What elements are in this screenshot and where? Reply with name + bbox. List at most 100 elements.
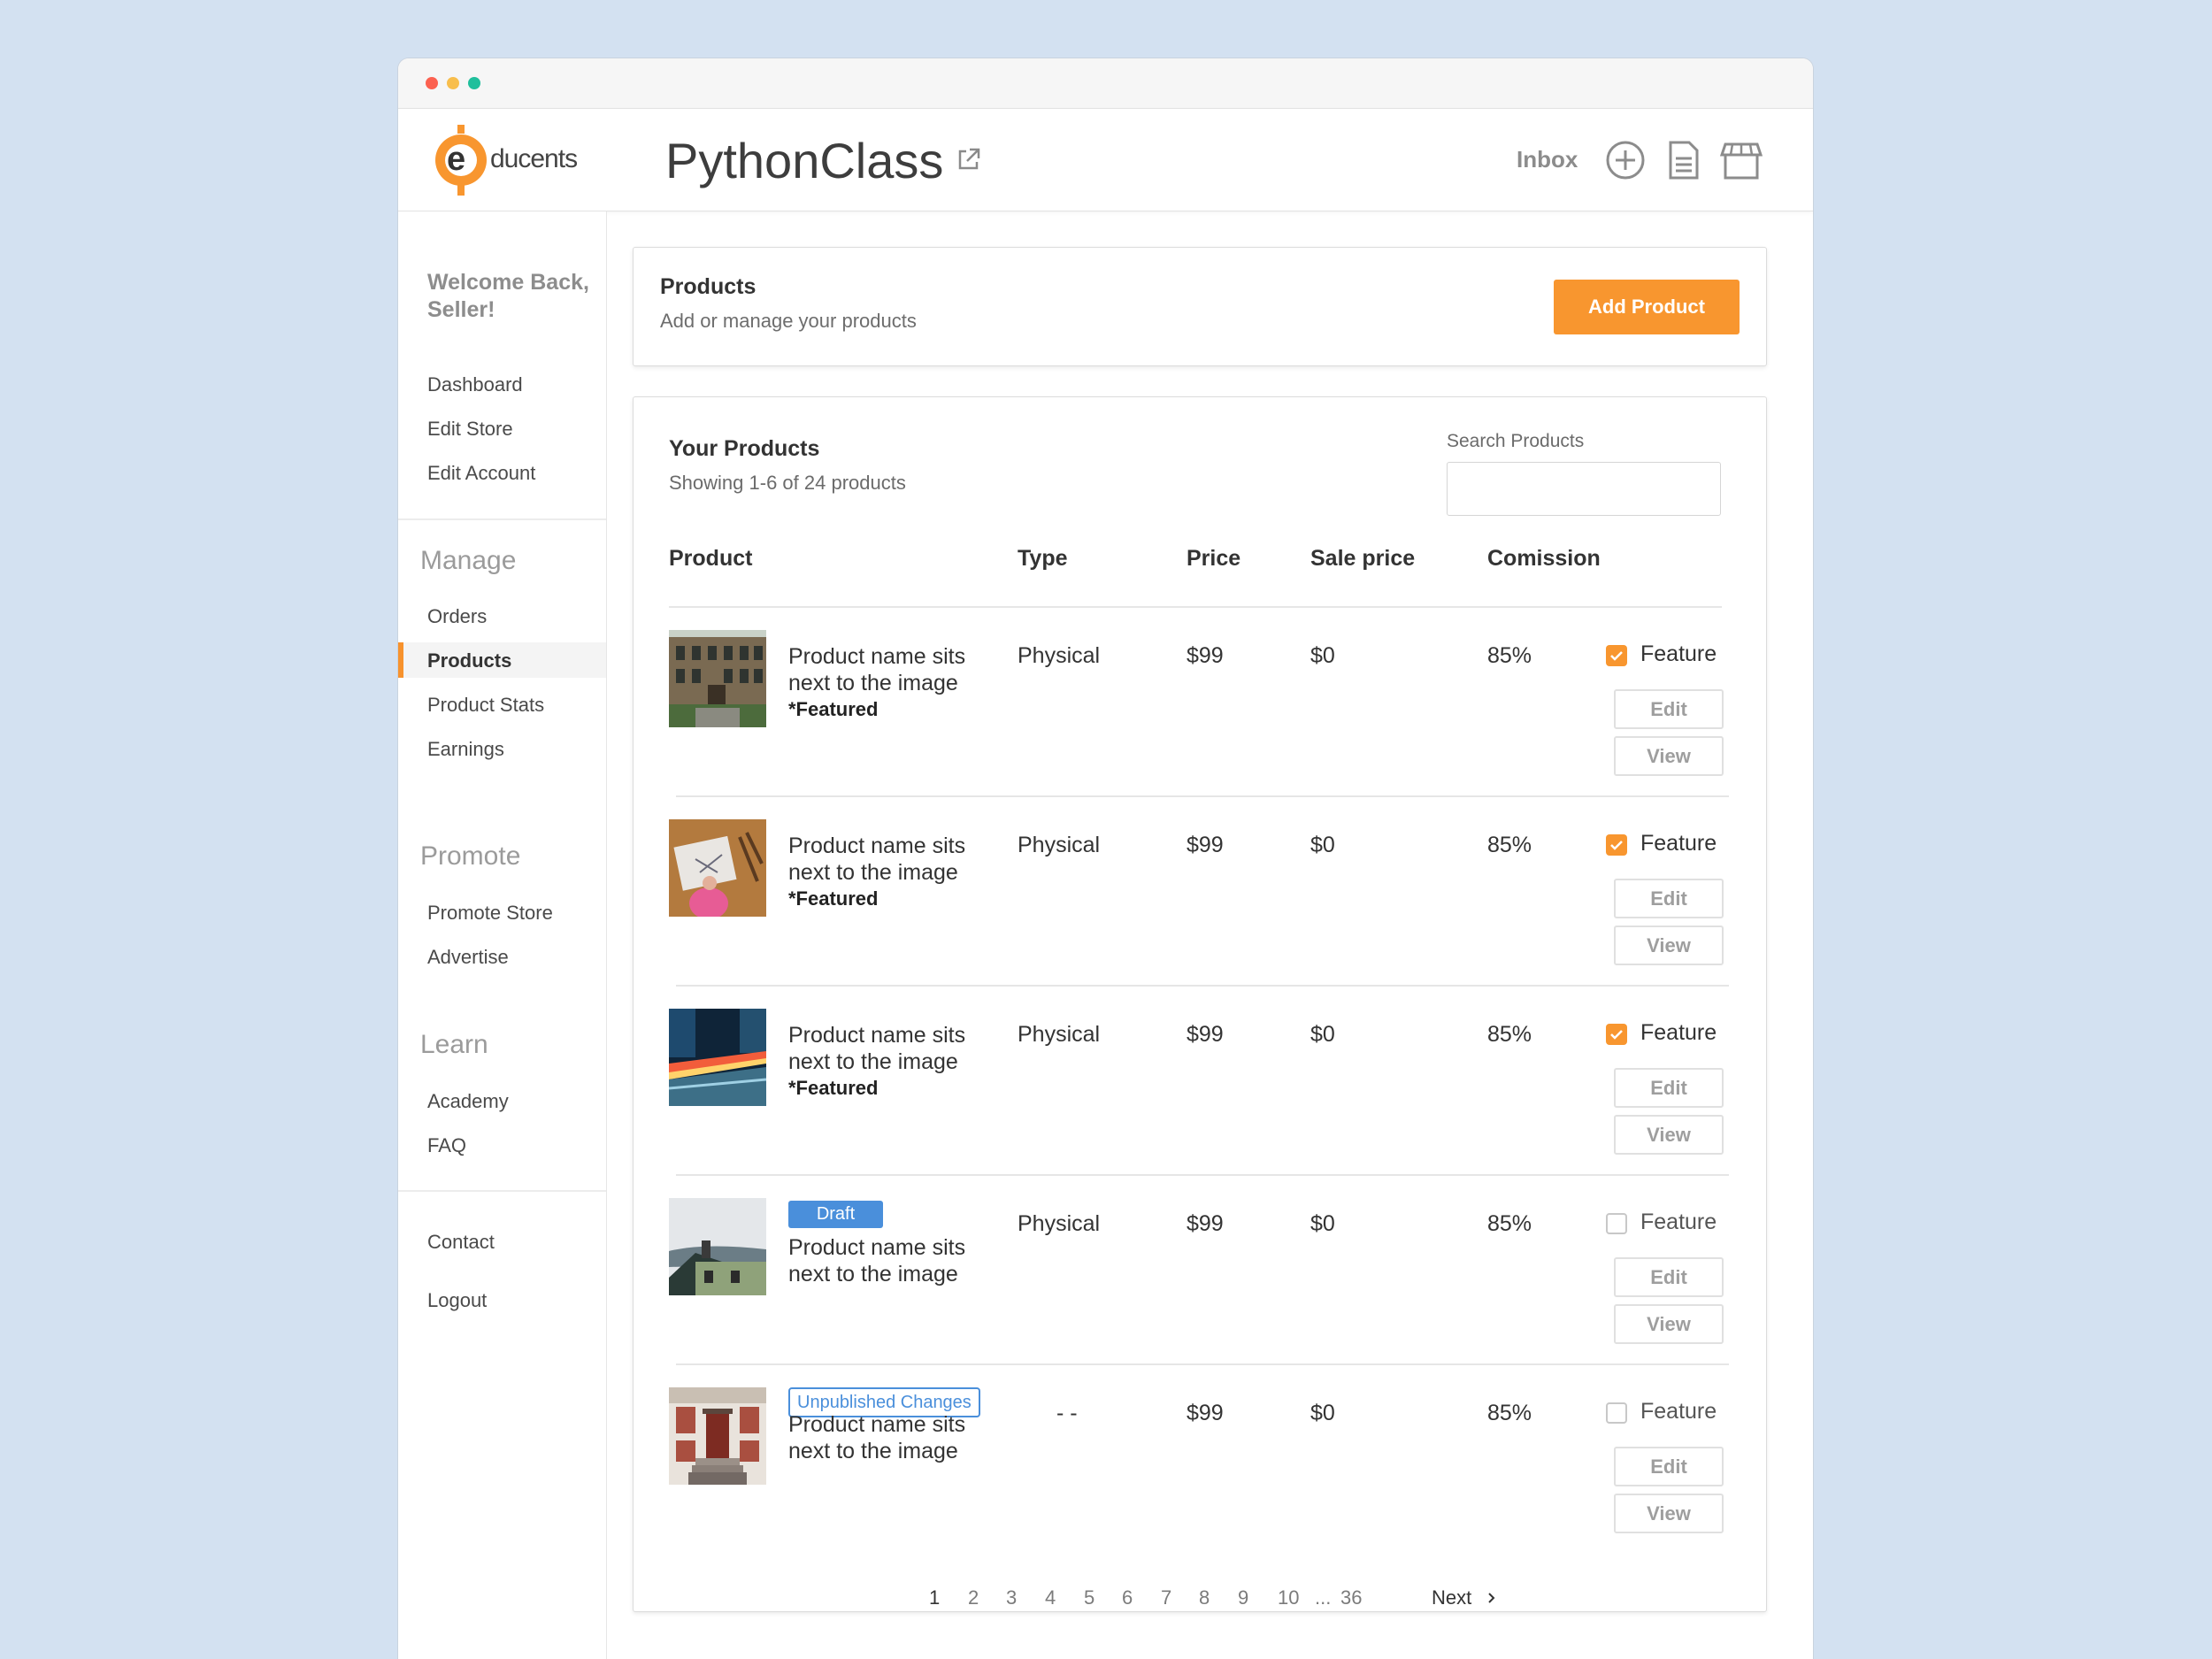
feature-label: Feature bbox=[1640, 831, 1717, 856]
product-sale-price: $0 bbox=[1310, 1211, 1335, 1236]
column-header-sale-price: Sale price bbox=[1310, 546, 1416, 571]
logo-letter: e bbox=[447, 141, 466, 178]
product-commission: 85% bbox=[1487, 643, 1532, 668]
product-commission: 85% bbox=[1487, 1401, 1532, 1425]
page-link-8[interactable]: 8 bbox=[1199, 1586, 1210, 1609]
product-name[interactable]: Product name sits next to the image bbox=[788, 1234, 992, 1287]
product-price: $99 bbox=[1187, 833, 1224, 857]
product-name-line: Product name sits bbox=[788, 1412, 966, 1437]
product-commission: 85% bbox=[1487, 1022, 1532, 1047]
next-page-button[interactable]: Next bbox=[1432, 1586, 1498, 1609]
products-header-card: Products Add or manage your products Add… bbox=[633, 247, 1767, 366]
feature-checkbox[interactable] bbox=[1606, 645, 1627, 666]
table-row: Unpublished Changes Product name sits ne… bbox=[634, 1365, 1766, 1555]
product-name[interactable]: Product name sits next to the image *Fea… bbox=[788, 643, 992, 723]
promote-heading: Promote bbox=[420, 841, 521, 871]
manage-heading: Manage bbox=[420, 546, 517, 575]
edit-button[interactable]: Edit bbox=[1614, 879, 1724, 918]
product-name[interactable]: Product name sits next to the image *Fea… bbox=[788, 1022, 992, 1102]
page-link-6[interactable]: 6 bbox=[1122, 1586, 1133, 1609]
add-product-button[interactable]: Add Product bbox=[1554, 280, 1740, 334]
close-window-dot[interactable] bbox=[426, 77, 438, 89]
edit-button[interactable]: Edit bbox=[1614, 1257, 1724, 1297]
product-sale-price: $0 bbox=[1310, 1022, 1335, 1047]
edit-button[interactable]: Edit bbox=[1614, 1447, 1724, 1486]
sidebar-item-advertise[interactable]: Advertise bbox=[427, 946, 509, 969]
view-button[interactable]: View bbox=[1614, 1304, 1724, 1344]
page-link-9[interactable]: 9 bbox=[1238, 1586, 1248, 1609]
table-row: Product name sits next to the image *Fea… bbox=[634, 987, 1766, 1176]
product-type: Physical bbox=[1018, 1022, 1101, 1047]
inbox-link[interactable]: Inbox bbox=[1517, 146, 1578, 173]
product-commission: 85% bbox=[1487, 1211, 1532, 1236]
column-header-product: Product bbox=[669, 546, 753, 571]
product-price: $99 bbox=[1187, 1022, 1224, 1047]
table-row: Product name sits next to the image *Fea… bbox=[634, 608, 1766, 797]
next-page-label: Next bbox=[1432, 1586, 1472, 1609]
view-button[interactable]: View bbox=[1614, 736, 1724, 776]
house-image[interactable] bbox=[669, 1198, 766, 1295]
document-icon[interactable] bbox=[1662, 139, 1704, 181]
sidebar-item-contact[interactable]: Contact bbox=[427, 1231, 495, 1254]
minimize-window-dot[interactable] bbox=[447, 77, 459, 89]
product-name-line: next to the image bbox=[788, 1439, 958, 1463]
building-image[interactable] bbox=[669, 630, 766, 727]
checkmark-icon bbox=[1610, 651, 1623, 661]
add-circle-icon[interactable] bbox=[1604, 139, 1647, 181]
product-type: Physical bbox=[1018, 833, 1101, 857]
status-badge-draft: Draft bbox=[788, 1201, 883, 1228]
educents-logo[interactable]: e ducents bbox=[435, 125, 578, 196]
sidebar-item-faq[interactable]: FAQ bbox=[427, 1134, 466, 1157]
maximize-window-dot[interactable] bbox=[468, 77, 480, 89]
column-header-commission: Comission bbox=[1487, 546, 1601, 571]
city-lights-image[interactable] bbox=[669, 1009, 766, 1106]
product-name[interactable]: Product name sits next to the image bbox=[788, 1411, 992, 1464]
page-link-2[interactable]: 2 bbox=[968, 1586, 979, 1609]
product-sale-price: $0 bbox=[1310, 833, 1335, 857]
view-button[interactable]: View bbox=[1614, 1115, 1724, 1155]
sidebar-item-promote-store[interactable]: Promote Store bbox=[427, 902, 553, 925]
page-link-3[interactable]: 3 bbox=[1006, 1586, 1017, 1609]
sidebar-item-dashboard[interactable]: Dashboard bbox=[427, 373, 523, 396]
top-bar: e ducents PythonClass Inbox bbox=[398, 109, 1813, 211]
page-link-1[interactable]: 1 bbox=[929, 1586, 940, 1609]
search-products-input[interactable] bbox=[1447, 462, 1721, 516]
feature-checkbox[interactable] bbox=[1606, 1402, 1627, 1424]
sidebar-item-earnings[interactable]: Earnings bbox=[427, 738, 504, 761]
featured-tag: *Featured bbox=[788, 1077, 879, 1099]
page-link-10[interactable]: 10 bbox=[1278, 1586, 1299, 1609]
search-label: Search Products bbox=[1447, 431, 1585, 451]
drawing-image[interactable] bbox=[669, 819, 766, 917]
sidebar-item-products[interactable]: Products bbox=[427, 649, 511, 672]
edit-button[interactable]: Edit bbox=[1614, 1068, 1724, 1108]
product-name-line: Product name sits bbox=[788, 644, 966, 669]
product-type: Physical bbox=[1018, 1211, 1101, 1236]
storefront-icon[interactable] bbox=[1720, 139, 1763, 181]
feature-label: Feature bbox=[1640, 1399, 1717, 1424]
page-ellipsis: ... bbox=[1315, 1586, 1332, 1609]
feature-checkbox[interactable] bbox=[1606, 1213, 1627, 1234]
sidebar-divider bbox=[398, 1190, 606, 1192]
sidebar-item-product-stats[interactable]: Product Stats bbox=[427, 694, 544, 717]
product-name[interactable]: Product name sits next to the image *Fea… bbox=[788, 833, 992, 912]
view-button[interactable]: View bbox=[1614, 1494, 1724, 1533]
product-sale-price: $0 bbox=[1310, 1401, 1335, 1425]
sidebar-item-orders[interactable]: Orders bbox=[427, 605, 487, 628]
feature-checkbox[interactable] bbox=[1606, 834, 1627, 856]
sidebar-item-logout[interactable]: Logout bbox=[427, 1289, 487, 1312]
store-title: PythonClass bbox=[665, 133, 944, 188]
page-link-36[interactable]: 36 bbox=[1340, 1586, 1362, 1609]
sidebar-item-edit-store[interactable]: Edit Store bbox=[427, 418, 513, 441]
product-name-line: next to the image bbox=[788, 1049, 958, 1074]
view-button[interactable]: View bbox=[1614, 926, 1724, 965]
external-link-icon[interactable] bbox=[956, 146, 982, 173]
sidebar-item-academy[interactable]: Academy bbox=[427, 1090, 509, 1113]
sidebar-item-edit-account[interactable]: Edit Account bbox=[427, 462, 535, 485]
page-link-5[interactable]: 5 bbox=[1084, 1586, 1094, 1609]
feature-checkbox[interactable] bbox=[1606, 1024, 1627, 1045]
table-row: Draft Product name sits next to the imag… bbox=[634, 1176, 1766, 1365]
doorway-image[interactable] bbox=[669, 1387, 766, 1485]
edit-button[interactable]: Edit bbox=[1614, 689, 1724, 729]
page-link-4[interactable]: 4 bbox=[1045, 1586, 1056, 1609]
page-link-7[interactable]: 7 bbox=[1161, 1586, 1171, 1609]
